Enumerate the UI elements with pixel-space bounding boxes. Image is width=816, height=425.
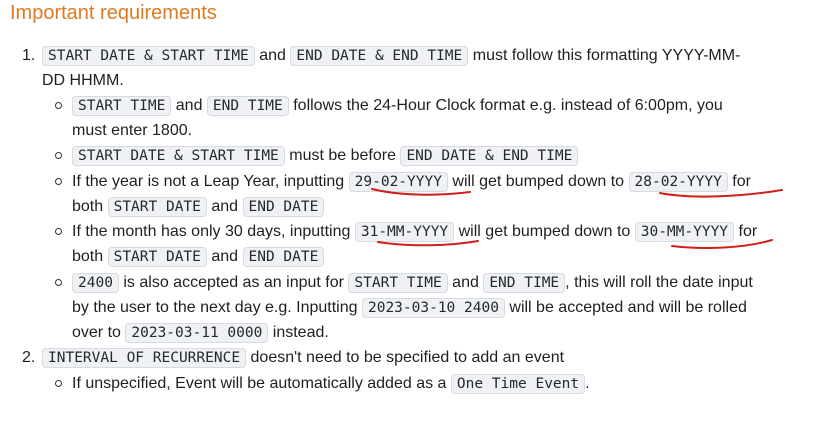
sub-item-line: both START DATE and END DATE [72, 247, 325, 267]
code-start-time: START TIME [348, 273, 448, 293]
text: follows the 24-Hour Clock format e.g. in… [293, 97, 723, 114]
code-end-date-time: END DATE & END TIME [290, 46, 469, 66]
list-item-line: DD HHMM. [42, 71, 124, 91]
code-start-date-time: START DATE & START TIME [42, 46, 255, 66]
text: If unspecified, Event will be automatica… [72, 375, 447, 392]
sub-item-line: 2400 is also accepted as an input for ST… [72, 273, 753, 293]
code-end-time: END TIME [483, 273, 566, 293]
code-one-time-event: One Time Event [450, 374, 586, 394]
text: If the month has only 30 days, inputting [72, 223, 351, 240]
text: doesn't need to be specified to add an e… [250, 349, 565, 366]
text: and [211, 198, 239, 215]
code-28-02: 28-02-YYYY [628, 172, 728, 192]
text: , this will roll the date input [565, 274, 753, 291]
bullet-icon [55, 228, 62, 235]
text: will get bumped down to [452, 173, 625, 190]
sub-item-line: both START DATE and END DATE [72, 197, 325, 217]
bullet-icon [55, 152, 62, 159]
code-interval: INTERVAL OF RECURRENCE [42, 348, 247, 368]
page-title: Important requirements [10, 2, 217, 24]
code-start-date: START DATE [107, 197, 207, 217]
sub-item-line: by the user to the next day e.g. Inputti… [72, 298, 747, 318]
sub-item-line: over to 2023-03-11 0000 instead. [72, 323, 329, 343]
bullet-icon [55, 279, 62, 286]
code-31-mm: 31-MM-YYYY [354, 222, 455, 242]
bullet-icon [55, 380, 62, 387]
bullet-icon [55, 178, 62, 185]
list-item-line: INTERVAL OF RECURRENCE doesn't need to b… [42, 348, 564, 368]
code-end-date: END DATE [242, 247, 325, 267]
text: for [738, 223, 758, 240]
code-end-date: END DATE [242, 197, 325, 217]
list-number-1: 1. [22, 47, 36, 64]
text: and [211, 248, 239, 265]
text: both [72, 248, 104, 265]
text: and [452, 274, 479, 291]
sub-item-line: START DATE & START TIME must be before E… [72, 146, 579, 166]
code-example-input: 2023-03-10 2400 [361, 298, 505, 318]
text: will get bumped down to [458, 223, 631, 240]
code-example-output: 2023-03-11 0000 [125, 323, 269, 343]
text: must enter 1800. [72, 122, 193, 139]
text: both [72, 198, 104, 215]
text: If the year is not a Leap Year, inputtin… [72, 173, 345, 190]
text: over to [72, 324, 121, 341]
text: is also accepted as an input for [123, 274, 344, 291]
text: . [585, 375, 590, 392]
text: DD HHMM. [42, 72, 124, 89]
code-start-date-time: START DATE & START TIME [72, 146, 285, 166]
sub-item-line: must enter 1800. [72, 121, 192, 141]
text: by the user to the next day e.g. Inputti… [72, 299, 358, 316]
bullet-icon [55, 102, 62, 109]
sub-item-line: START TIME and END TIME follows the 24-H… [72, 96, 723, 116]
code-end-date-time: END DATE & END TIME [400, 146, 579, 166]
text: will be accepted and will be rolled [509, 299, 747, 316]
text: and [175, 97, 203, 114]
sub-item-line: If the month has only 30 days, inputting… [72, 222, 757, 242]
text: must follow this formatting YYYY-MM- [472, 47, 741, 64]
list-item-line: START DATE & START TIME and END DATE & E… [42, 46, 740, 66]
code-start-date: START DATE [107, 247, 207, 267]
sub-item-line: If the year is not a Leap Year, inputtin… [72, 172, 751, 192]
list-number-2: 2. [22, 349, 36, 366]
text: for [732, 173, 751, 190]
text: instead. [272, 324, 329, 341]
code-29-02: 29-02-YYYY [348, 172, 448, 192]
sub-item-line: If unspecified, Event will be automatica… [72, 374, 590, 394]
text: must be before [289, 147, 396, 164]
code-30-mm: 30-MM-YYYY [634, 222, 735, 242]
text: and [259, 47, 286, 64]
code-start-time: START TIME [72, 96, 172, 116]
code-end-time: END TIME [206, 96, 289, 116]
code-2400: 2400 [72, 273, 119, 293]
